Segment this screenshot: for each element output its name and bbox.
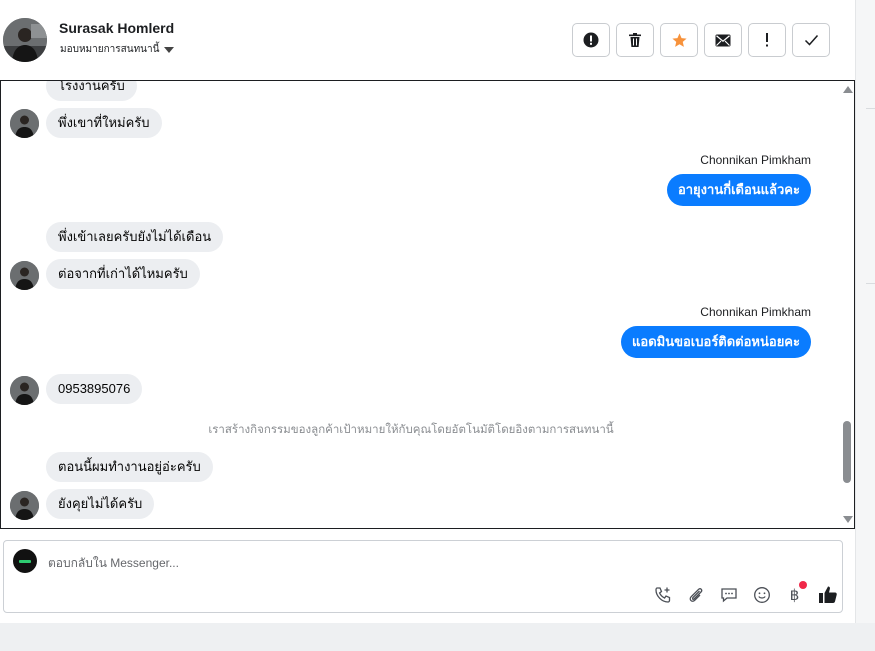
reply-input[interactable]: [48, 553, 648, 573]
sender-name: Chonnikan Pimkham: [700, 305, 811, 319]
envelope-icon: [715, 34, 731, 46]
baht-payment-icon[interactable]: ฿: [784, 581, 807, 605]
composer-tools: ฿: [652, 581, 838, 605]
incoming-message: ยังคุยไม่ได้ครับ: [46, 489, 155, 519]
bottom-strip: [0, 623, 875, 651]
caret-down-icon: [164, 46, 175, 53]
mark-done-button[interactable]: [792, 23, 830, 57]
incoming-message: 0953895076: [46, 374, 143, 404]
incoming-message: พึ่งเข้าเลยครับยังไม่ได้เดือน: [46, 222, 224, 252]
paperclip-icon[interactable]: [685, 584, 706, 605]
scroll-up-arrow-icon[interactable]: [843, 86, 853, 93]
star-icon: [671, 32, 687, 47]
conversation-header: Surasak Homlerd มอบหมายการสนทนานี้: [0, 0, 855, 80]
alert-circle-icon: [583, 32, 599, 48]
trash-icon: [629, 33, 641, 47]
follow-up-button[interactable]: [748, 23, 786, 57]
call-add-icon[interactable]: [652, 584, 673, 605]
reply-composer: ฿: [3, 540, 843, 613]
scroll-thumb[interactable]: [843, 421, 851, 483]
conversation-actions: [572, 23, 830, 57]
contact-avatar[interactable]: [3, 18, 47, 62]
scroll-down-arrow-icon[interactable]: [843, 516, 853, 523]
outgoing-message: แอดมินขอเบอร์ติดต่อหน่อยคะ: [621, 326, 811, 358]
incoming-message: พึ่งเขาที่ใหม่ครับ: [46, 108, 162, 138]
right-panel-edge: [855, 0, 875, 623]
contact-avatar-small: [10, 109, 39, 138]
contact-name[interactable]: Surasak Homlerd: [59, 20, 174, 36]
inbox-panel: Surasak Homlerd มอบหมายการสนทนานี้ โรงงา…: [0, 0, 855, 623]
incoming-message: ต่อจากที่เก่าได้ไหมครับ: [46, 259, 200, 289]
assign-label: มอบหมายการสนทนานี้: [60, 44, 160, 55]
thread-scrollbar[interactable]: [840, 81, 854, 528]
spam-button[interactable]: [572, 23, 610, 57]
outgoing-message: อายุงานกี่เดือนแล้วคะ: [666, 174, 811, 206]
page-avatar: [13, 549, 37, 573]
saved-reply-icon[interactable]: [718, 584, 739, 605]
contact-avatar-small: [10, 261, 39, 290]
sender-name: Chonnikan Pimkham: [700, 153, 811, 167]
assign-conversation-dropdown[interactable]: มอบหมายการสนทนานี้: [60, 42, 175, 57]
emoji-icon[interactable]: [751, 584, 772, 605]
incoming-message: โรงงานครับ: [46, 81, 137, 101]
system-notice: เราสร้างกิจกรรมของลูกค้าเป้าหมายให้กับคุ…: [208, 424, 614, 436]
check-icon: [804, 35, 818, 46]
mark-unread-button[interactable]: [704, 23, 742, 57]
exclamation-icon: [766, 33, 768, 47]
notification-dot: [799, 581, 807, 589]
star-button[interactable]: [660, 23, 698, 57]
contact-avatar-small: [10, 376, 39, 405]
contact-avatar-small: [10, 491, 39, 520]
delete-button[interactable]: [616, 23, 654, 57]
incoming-message: ตอนนี้ผมทำงานอยู่อ่ะครับ: [46, 452, 213, 482]
message-thread[interactable]: โรงงานครับ พึ่งเขาที่ใหม่ครับ Chonnikan …: [0, 80, 855, 529]
thumbs-up-icon[interactable]: [817, 584, 838, 605]
